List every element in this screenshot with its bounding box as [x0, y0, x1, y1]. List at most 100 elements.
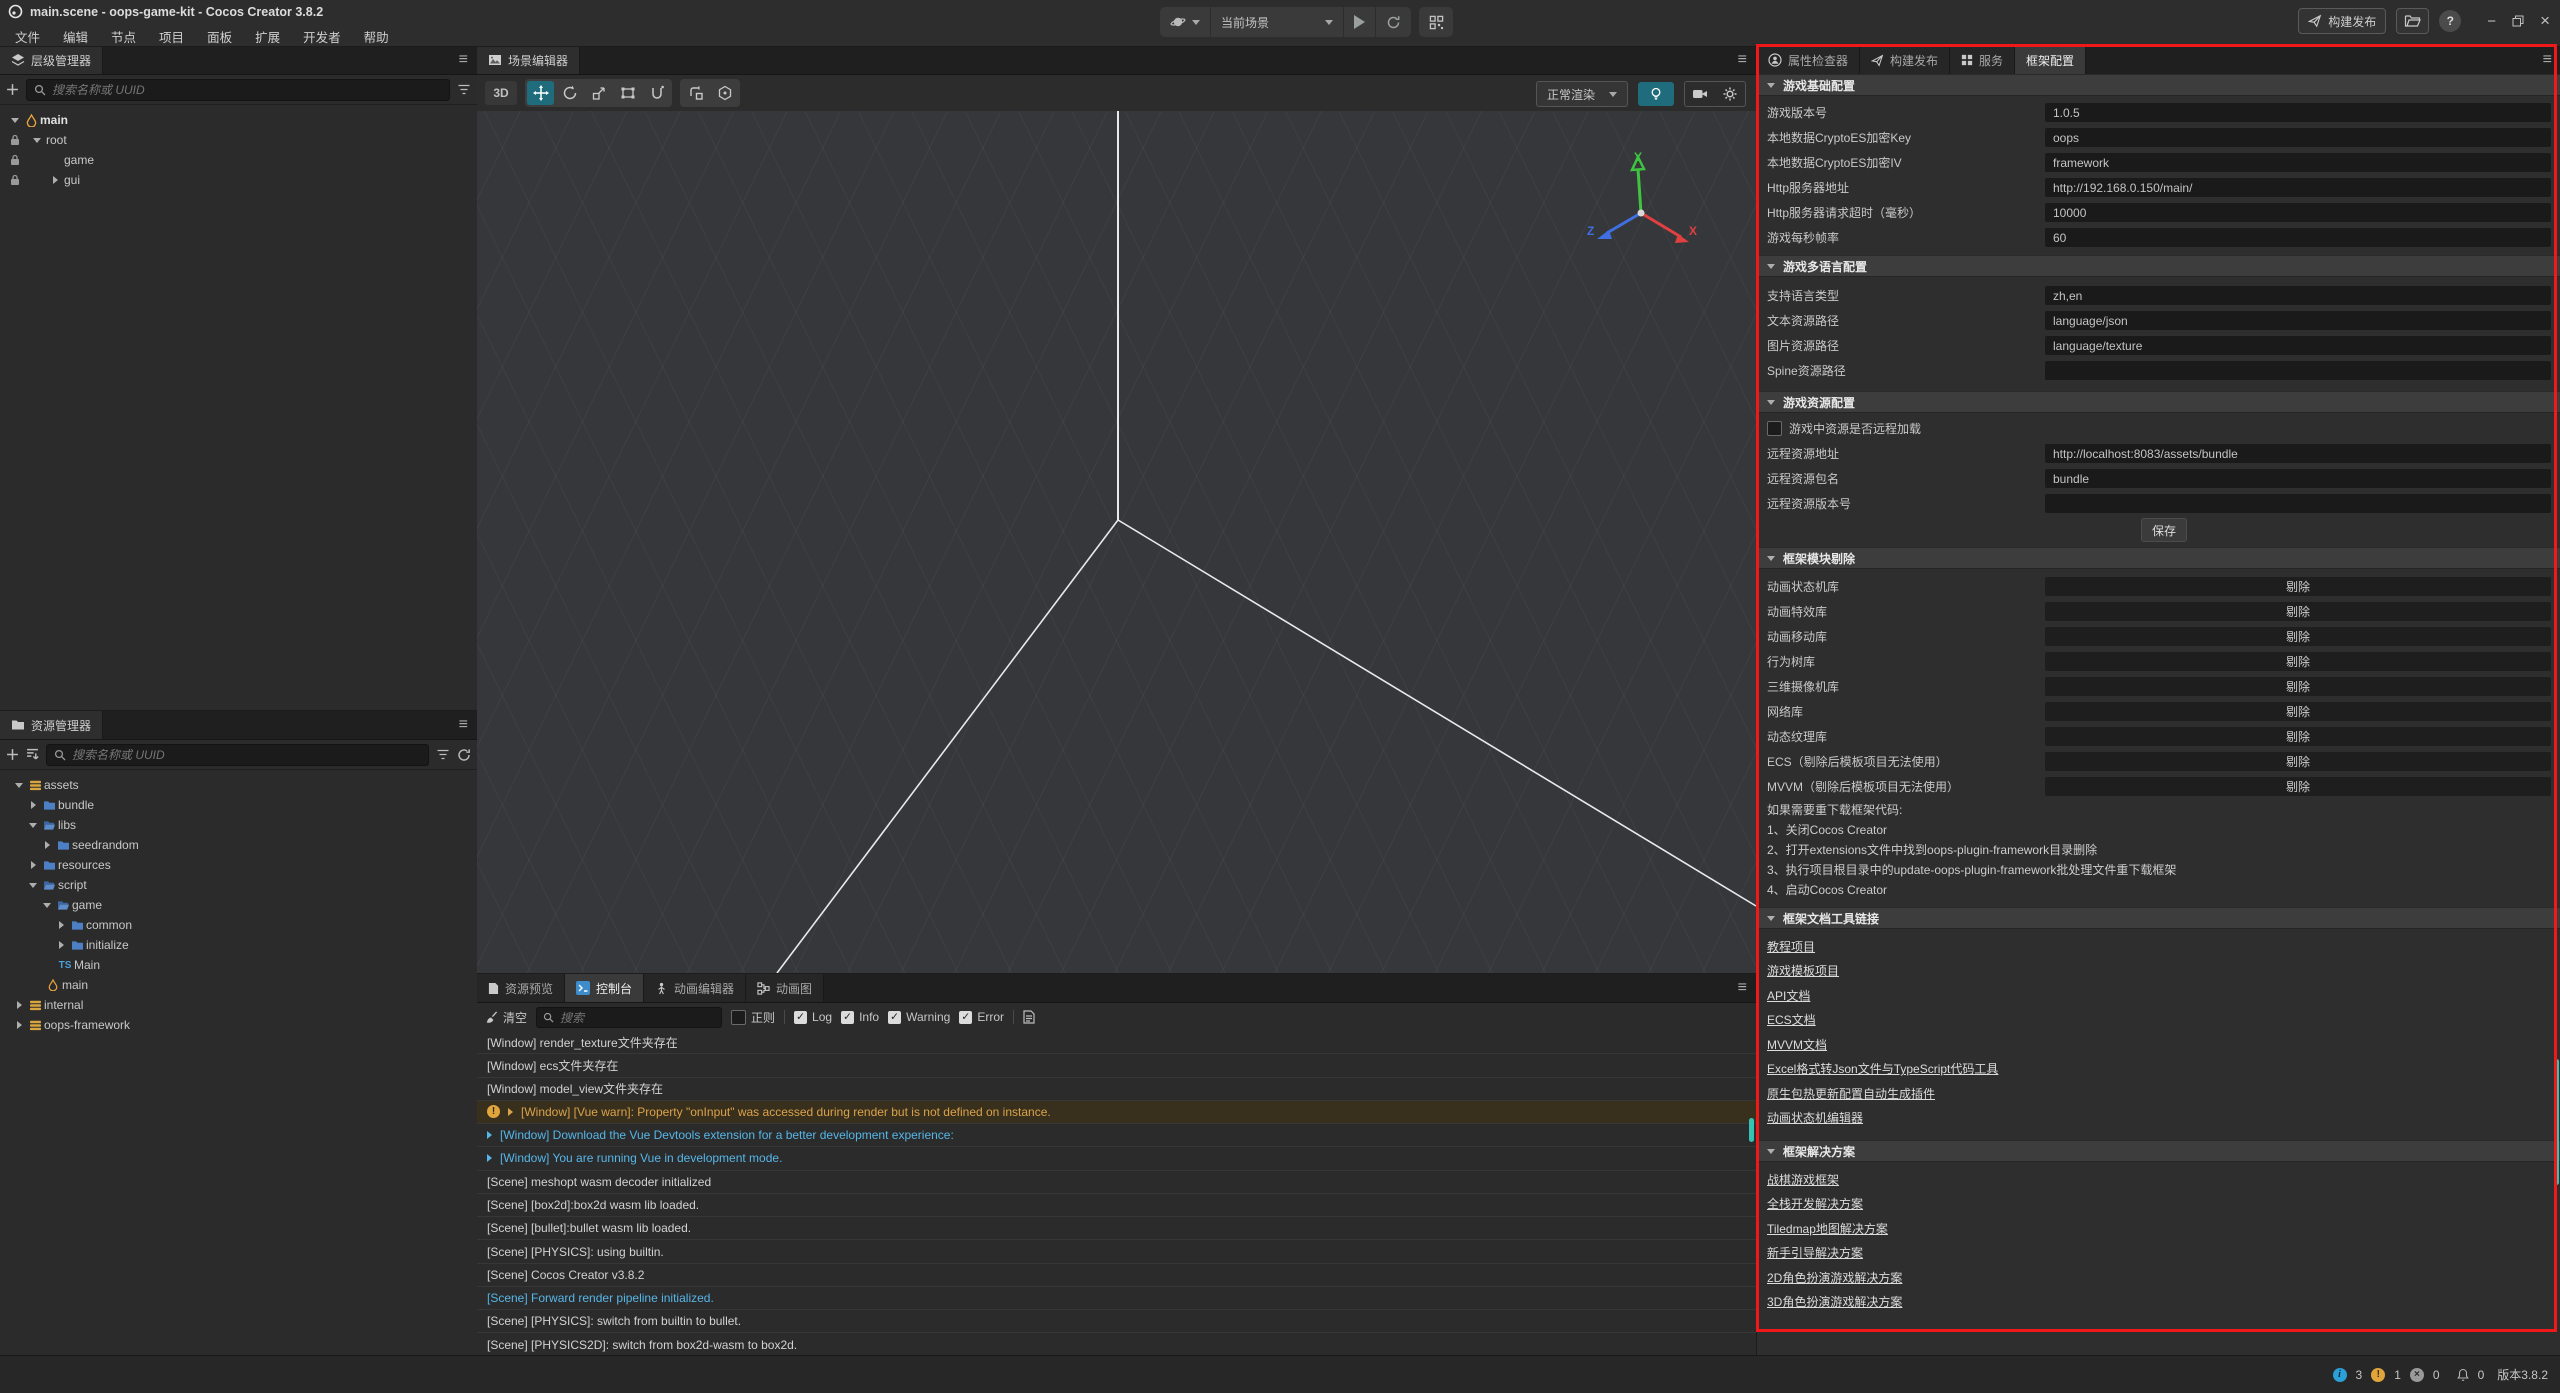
asset-node-libs[interactable]: libs: [0, 815, 477, 835]
field-input[interactable]: 60: [2045, 228, 2551, 247]
scene-camera-button[interactable]: [1685, 82, 1715, 106]
close-button[interactable]: ×: [2540, 11, 2550, 31]
link-api-docs[interactable]: API文档: [1757, 983, 2560, 1008]
field-input[interactable]: oops: [2045, 128, 2551, 147]
checkbox-remote-load[interactable]: 游戏中资源是否远程加载: [1757, 416, 2560, 441]
scene-viewport[interactable]: Y X Z: [477, 111, 1756, 973]
tab-services[interactable]: 服务: [1950, 46, 2015, 74]
asset-node-bundle[interactable]: bundle: [0, 795, 477, 815]
field-input[interactable]: [2045, 361, 2551, 380]
collapse-icon[interactable]: [59, 941, 64, 949]
console-scrollbar-thumb[interactable]: [1749, 1118, 1754, 1142]
scene-settings-button[interactable]: [1715, 82, 1745, 106]
tab-asset-preview[interactable]: 资源预览: [477, 974, 565, 1002]
section-collapse-icon[interactable]: [1767, 556, 1775, 561]
hierarchy-node-game[interactable]: game: [0, 150, 477, 170]
link-ecs-docs[interactable]: ECS文档: [1757, 1008, 2560, 1033]
add-asset-button[interactable]: [6, 748, 19, 761]
field-input[interactable]: bundle: [2045, 469, 2551, 488]
filter-error-checkbox[interactable]: ✓Error: [959, 1010, 1004, 1024]
section-resource-config[interactable]: 游戏资源配置: [1757, 391, 2560, 413]
inspector-menu-icon[interactable]: ≡: [2534, 51, 2560, 69]
collapse-icon[interactable]: [31, 801, 36, 809]
remove-module-button[interactable]: 剔除: [2045, 652, 2551, 671]
expand-icon[interactable]: [15, 783, 23, 788]
expand-icon[interactable]: [33, 138, 41, 143]
hierarchy-search-input[interactable]: 搜索名称或 UUID: [26, 79, 450, 101]
field-input[interactable]: 10000: [2045, 203, 2551, 222]
scale-tool-button[interactable]: [585, 81, 612, 105]
link-2d-rpg-solution[interactable]: 2D角色扮演游戏解决方案: [1757, 1265, 2560, 1290]
expand-icon[interactable]: [29, 823, 37, 828]
section-collapse-icon[interactable]: [1767, 83, 1775, 88]
lock-icon[interactable]: [6, 134, 24, 146]
checkbox-checked[interactable]: ✓: [794, 1011, 807, 1024]
collapse-icon[interactable]: [31, 861, 36, 869]
tab-inspector[interactable]: 属性检查器: [1757, 46, 1860, 74]
collapse-icon[interactable]: [45, 841, 50, 849]
filter-icon[interactable]: [436, 749, 450, 760]
section-doc-links[interactable]: 框架文档工具链接: [1757, 907, 2560, 929]
view-3d-toggle[interactable]: 3D: [485, 81, 517, 105]
link-tiledmap-solution[interactable]: Tiledmap地图解决方案: [1757, 1216, 2560, 1241]
link-excel-tool[interactable]: Excel格式转Json文件与TypeScript代码工具: [1757, 1057, 2560, 1082]
field-input[interactable]: [2045, 494, 2551, 513]
reload-button[interactable]: [1376, 7, 1411, 37]
bell-icon[interactable]: [2457, 1368, 2469, 1381]
tab-build[interactable]: 构建发布: [1860, 46, 1950, 74]
minimize-button[interactable]: −: [2487, 13, 2496, 30]
asset-node-resources[interactable]: resources: [0, 855, 477, 875]
add-node-button[interactable]: [6, 83, 19, 96]
orientation-gizmo[interactable]: Y X Z: [1581, 151, 1701, 271]
checkbox-unchecked[interactable]: [1767, 421, 1782, 436]
filter-info-checkbox[interactable]: ✓Info: [841, 1010, 879, 1024]
expand-icon[interactable]: [29, 883, 37, 888]
tab-hierarchy[interactable]: 层级管理器: [0, 46, 103, 74]
hierarchy-node-root[interactable]: root: [0, 130, 477, 150]
section-game-basic-config[interactable]: 游戏基础配置: [1757, 74, 2560, 96]
filter-warning-checkbox[interactable]: ✓Warning: [888, 1010, 950, 1024]
build-publish-button[interactable]: 构建发布: [2298, 8, 2386, 34]
menu-extension[interactable]: 扩展: [250, 26, 285, 47]
scene-select-dropdown[interactable]: 当前场景: [1211, 7, 1344, 37]
field-input[interactable]: http://192.168.0.150/main/: [2045, 178, 2551, 197]
menu-panel[interactable]: 面板: [202, 26, 237, 47]
link-tutorial-project[interactable]: 教程项目: [1757, 934, 2560, 959]
expand-log-icon[interactable]: [508, 1108, 513, 1116]
rect-tool-button[interactable]: [614, 81, 641, 105]
hierarchy-node-main[interactable]: main: [0, 110, 477, 130]
menu-file[interactable]: 文件: [10, 26, 45, 47]
remove-module-button[interactable]: 剔除: [2045, 727, 2551, 746]
log-row-info[interactable]: [Window] You are running Vue in developm…: [477, 1147, 1756, 1170]
field-input[interactable]: language/texture: [2045, 336, 2551, 355]
remove-module-button[interactable]: 剔除: [2045, 577, 2551, 596]
field-input[interactable]: 1.0.5: [2045, 103, 2551, 122]
link-3d-rpg-solution[interactable]: 3D角色扮演游戏解决方案: [1757, 1290, 2560, 1315]
rotate-tool-button[interactable]: [556, 81, 583, 105]
field-input[interactable]: http://localhost:8083/assets/bundle: [2045, 444, 2551, 463]
asset-node-main-scene[interactable]: main: [0, 975, 477, 995]
asset-node-script[interactable]: script: [0, 875, 477, 895]
refresh-icon[interactable]: [457, 748, 471, 762]
ui-transform-tool-button[interactable]: [643, 81, 670, 105]
field-input[interactable]: language/json: [2045, 311, 2551, 330]
menu-node[interactable]: 节点: [106, 26, 141, 47]
tab-framework-config[interactable]: 框架配置: [2015, 46, 2086, 74]
info-count-icon[interactable]: i: [2333, 1368, 2347, 1382]
lock-icon[interactable]: [6, 174, 24, 186]
checkbox-checked[interactable]: ✓: [841, 1011, 854, 1024]
remove-module-button[interactable]: 剔除: [2045, 702, 2551, 721]
save-button[interactable]: 保存: [2141, 518, 2187, 542]
menu-project[interactable]: 项目: [154, 26, 189, 47]
import-asset-button[interactable]: [26, 748, 39, 761]
console-menu-icon[interactable]: ≡: [1729, 979, 1756, 997]
asset-node-seedrandom[interactable]: seedrandom: [0, 835, 477, 855]
link-template-project[interactable]: 游戏模板项目: [1757, 959, 2560, 984]
asset-node-main-ts[interactable]: TS Main: [0, 955, 477, 975]
play-button[interactable]: [1344, 7, 1376, 37]
section-collapse-icon[interactable]: [1767, 916, 1775, 921]
asset-node-game[interactable]: game: [0, 895, 477, 915]
link-hotupdate-plugin[interactable]: 原生包热更新配置自动生成插件: [1757, 1081, 2560, 1106]
expand-log-icon[interactable]: [487, 1131, 492, 1139]
collapse-icon[interactable]: [53, 176, 58, 184]
